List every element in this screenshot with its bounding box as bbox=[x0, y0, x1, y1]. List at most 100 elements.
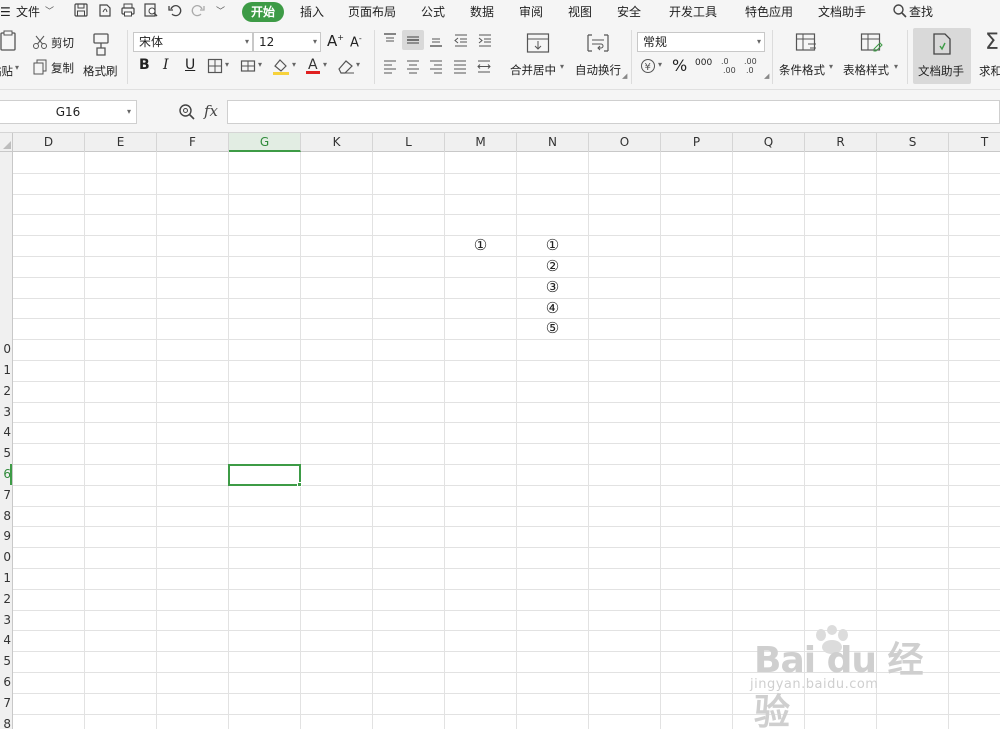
font-name-select[interactable]: 宋体 ▾ bbox=[133, 32, 253, 52]
format-painter-icon[interactable] bbox=[90, 32, 112, 60]
column-header-m[interactable]: M bbox=[445, 133, 517, 152]
tab-page-layout[interactable]: 页面布局 bbox=[348, 2, 396, 22]
borders-icon[interactable] bbox=[207, 58, 223, 78]
conditional-format-button[interactable]: 条件格式 bbox=[779, 62, 825, 78]
row-header[interactable] bbox=[0, 194, 11, 215]
fill-handle[interactable] bbox=[297, 482, 302, 487]
tab-doc-assistant[interactable]: 文档助手 bbox=[818, 2, 866, 22]
merge-center-dropdown-icon[interactable]: ▾ bbox=[560, 62, 564, 71]
align-top-icon[interactable] bbox=[382, 32, 398, 52]
sum-icon[interactable]: Σ bbox=[985, 30, 999, 55]
currency-dropdown-icon[interactable]: ▾ bbox=[658, 60, 662, 69]
name-box[interactable]: G16 ▾ bbox=[0, 100, 137, 124]
align-center-icon[interactable] bbox=[405, 58, 421, 78]
quick-access-chevron-icon[interactable]: ﹀ bbox=[216, 2, 225, 22]
tab-view[interactable]: 视图 bbox=[568, 2, 592, 22]
distributed-align-icon[interactable] bbox=[476, 58, 492, 78]
row-header[interactable] bbox=[0, 173, 11, 194]
column-header-l[interactable]: L bbox=[373, 133, 445, 152]
conditional-format-icon[interactable] bbox=[795, 32, 819, 58]
alignment-dialog-launcher-icon[interactable]: ◢ bbox=[622, 72, 627, 80]
export-pdf-icon[interactable] bbox=[97, 2, 115, 20]
row-header[interactable]: 2 bbox=[0, 589, 11, 610]
table-style-icon[interactable] bbox=[860, 32, 884, 58]
number-format-select[interactable]: 常规 ▾ bbox=[637, 32, 765, 52]
justify-icon[interactable] bbox=[452, 58, 468, 78]
row-header[interactable]: 3 bbox=[0, 610, 11, 631]
column-header-t[interactable]: T bbox=[949, 133, 1000, 152]
column-header-d[interactable]: D bbox=[13, 133, 85, 152]
undo-icon[interactable] bbox=[167, 2, 185, 20]
row-header[interactable]: 8 bbox=[0, 714, 11, 729]
sum-button[interactable]: 求和 bbox=[979, 63, 1000, 79]
paste-icon[interactable] bbox=[0, 30, 18, 56]
copy-button[interactable]: 复制 bbox=[51, 60, 74, 76]
italic-button[interactable]: I bbox=[163, 57, 169, 73]
file-menu[interactable]: 文件 bbox=[16, 2, 40, 22]
font-color-dropdown-icon[interactable]: ▾ bbox=[323, 60, 327, 69]
fill-color-dropdown-icon[interactable]: ▾ bbox=[292, 60, 296, 69]
row-header[interactable]: 7 bbox=[0, 693, 11, 714]
paste-dropdown-icon[interactable]: ▾ bbox=[15, 63, 19, 72]
row-header[interactable]: 6 bbox=[0, 672, 11, 693]
row-header[interactable] bbox=[0, 318, 11, 339]
select-all-corner[interactable] bbox=[0, 133, 13, 152]
cell-n7[interactable]: ③ bbox=[517, 277, 588, 297]
column-header-n[interactable]: N bbox=[517, 133, 589, 152]
align-middle-icon[interactable] bbox=[405, 32, 421, 52]
column-header-f[interactable]: F bbox=[157, 133, 229, 152]
paste-button[interactable]: 粘贴 bbox=[0, 63, 13, 79]
align-bottom-icon[interactable] bbox=[428, 32, 444, 52]
row-header[interactable] bbox=[0, 256, 11, 277]
formula-input[interactable] bbox=[227, 100, 1000, 124]
row-header[interactable] bbox=[0, 298, 11, 319]
row-header[interactable] bbox=[0, 235, 11, 256]
row-header[interactable]: 9 bbox=[0, 526, 11, 547]
increase-indent-icon[interactable] bbox=[477, 32, 493, 52]
bold-button[interactable]: B bbox=[139, 57, 150, 73]
tab-insert[interactable]: 插入 bbox=[300, 2, 324, 22]
decrease-font-size-icon[interactable]: A- bbox=[350, 34, 362, 50]
thousands-separator-button[interactable]: 000 bbox=[695, 58, 712, 68]
row-header[interactable]: 5 bbox=[0, 443, 11, 464]
fill-color-icon[interactable] bbox=[272, 57, 290, 79]
underline-button[interactable]: U bbox=[185, 57, 195, 73]
cell-m5[interactable]: ① bbox=[445, 235, 516, 255]
search-label[interactable]: 查找 bbox=[909, 2, 933, 22]
doc-assistant-icon[interactable] bbox=[932, 32, 952, 60]
copy-icon[interactable] bbox=[32, 59, 48, 79]
active-cell-g16[interactable] bbox=[228, 464, 302, 487]
format-painter-button[interactable]: 格式刷 bbox=[83, 63, 118, 79]
row-header[interactable] bbox=[0, 277, 11, 298]
wrap-text-icon[interactable] bbox=[586, 32, 610, 58]
tab-formulas[interactable]: 公式 bbox=[421, 2, 445, 22]
font-color-icon[interactable]: A bbox=[305, 56, 321, 79]
row-header[interactable]: 2 bbox=[0, 381, 11, 402]
print-icon[interactable] bbox=[120, 2, 138, 20]
doc-assistant-button[interactable]: 文档助手 bbox=[918, 63, 964, 79]
column-header-q[interactable]: Q bbox=[733, 133, 805, 152]
column-header-e[interactable]: E bbox=[85, 133, 157, 152]
column-header-o[interactable]: O bbox=[589, 133, 661, 152]
zoom-search-icon[interactable] bbox=[178, 103, 196, 125]
currency-icon[interactable]: ¥ bbox=[640, 58, 656, 78]
cell-style-dropdown-icon[interactable]: ▾ bbox=[258, 60, 262, 69]
tab-home[interactable]: 开始 bbox=[242, 2, 285, 22]
row-header[interactable]: 7 bbox=[0, 485, 11, 506]
merge-center-button[interactable]: 合并居中 bbox=[510, 62, 556, 78]
percent-button[interactable]: % bbox=[672, 56, 687, 75]
font-size-select[interactable]: 12 ▾ bbox=[253, 32, 321, 52]
decrease-indent-icon[interactable] bbox=[453, 32, 469, 52]
borders-dropdown-icon[interactable]: ▾ bbox=[225, 60, 229, 69]
row-header[interactable]: 1 bbox=[0, 360, 11, 381]
tab-security[interactable]: 安全 bbox=[617, 2, 641, 22]
table-style-dropdown-icon[interactable]: ▾ bbox=[894, 62, 898, 71]
tab-developer[interactable]: 开发工具 bbox=[669, 2, 717, 22]
column-header-r[interactable]: R bbox=[805, 133, 877, 152]
column-header-k[interactable]: K bbox=[301, 133, 373, 152]
row-header[interactable]: 5 bbox=[0, 651, 11, 672]
column-header-p[interactable]: P bbox=[661, 133, 733, 152]
align-left-icon[interactable] bbox=[382, 58, 398, 78]
row-header[interactable] bbox=[0, 214, 11, 235]
number-dialog-launcher-icon[interactable]: ◢ bbox=[764, 72, 769, 80]
